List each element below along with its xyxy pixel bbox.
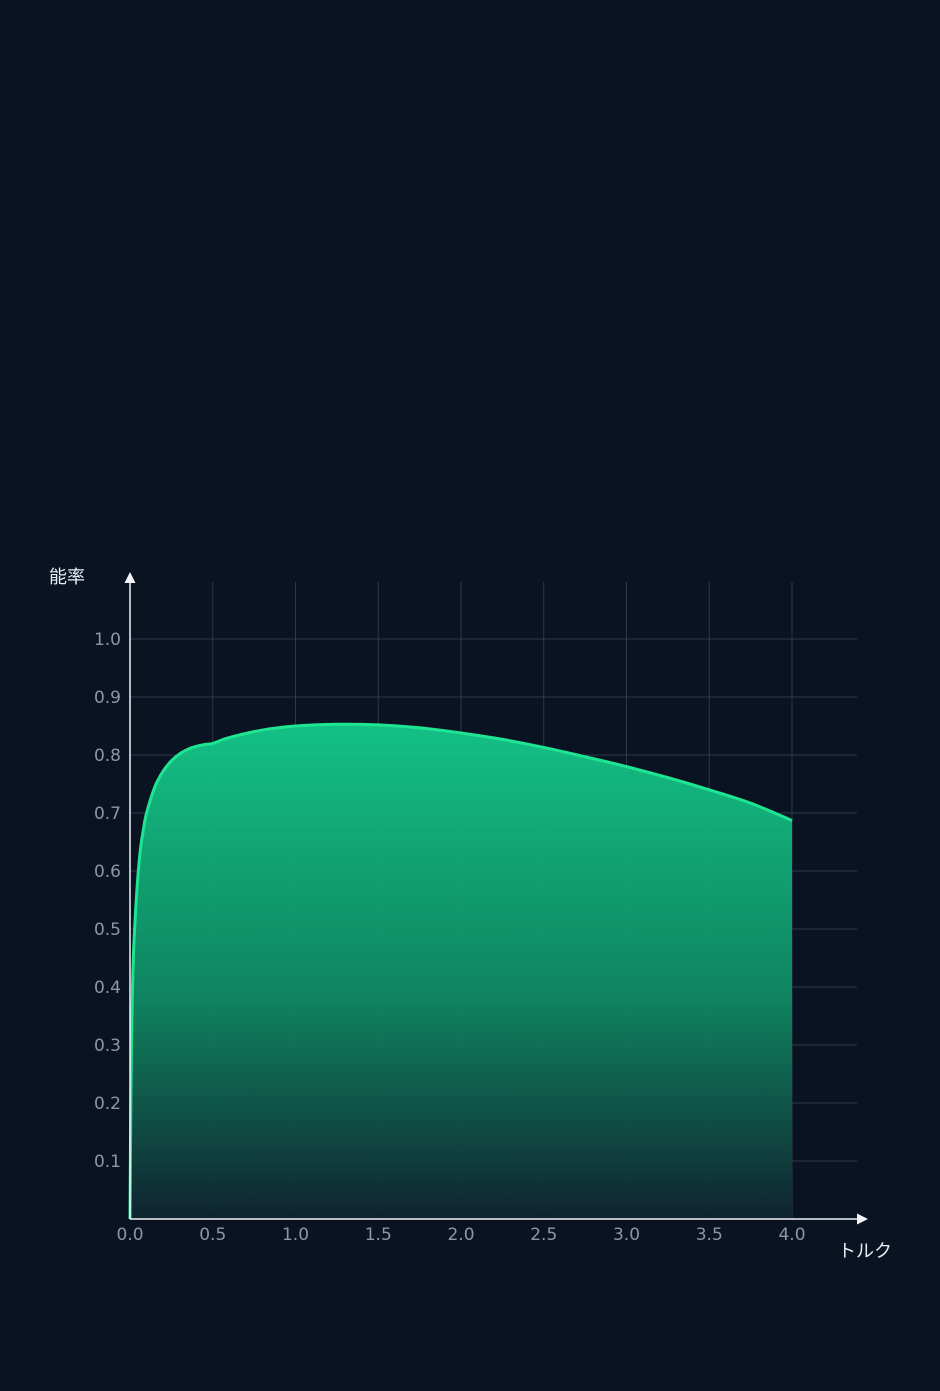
x-tick-label: 1.5	[365, 1225, 392, 1245]
y-tick-label: 0.5	[94, 920, 121, 940]
y-axis-arrow	[124, 572, 136, 583]
x-tick-label: 0.0	[116, 1225, 143, 1245]
x-tick-label: 1.0	[282, 1225, 309, 1245]
x-tick-label: 4.0	[778, 1225, 805, 1245]
y-axis-title: 能率	[49, 567, 85, 588]
area-fill	[130, 724, 792, 1219]
y-tick-label: 1.0	[94, 630, 121, 650]
x-axis-arrow	[857, 1213, 868, 1225]
x-tick-label: 3.0	[613, 1225, 640, 1245]
x-tick-label: 0.5	[199, 1225, 226, 1245]
y-tick-label: 0.2	[94, 1094, 121, 1114]
efficiency-chart: 0.0 0.5 1.0 1.5 2.0 2.5 3.0 3.5 4.0 0.1 0.2 0.3 0.4 0…	[49, 567, 892, 1262]
x-tick-label: 2.5	[530, 1225, 557, 1245]
y-tick-label: 0.4	[94, 978, 121, 998]
y-tick-label: 0.9	[94, 688, 121, 708]
x-tick-label: 2.0	[447, 1225, 474, 1245]
x-tick-label: 3.5	[696, 1225, 723, 1245]
x-axis-title: トルク	[838, 1241, 892, 1262]
y-tick-label: 0.6	[94, 862, 121, 882]
y-tick-label: 0.7	[94, 804, 121, 824]
y-tick-label: 0.8	[94, 746, 121, 766]
y-tick-label: 0.1	[94, 1152, 121, 1172]
y-tick-label: 0.3	[94, 1036, 121, 1056]
